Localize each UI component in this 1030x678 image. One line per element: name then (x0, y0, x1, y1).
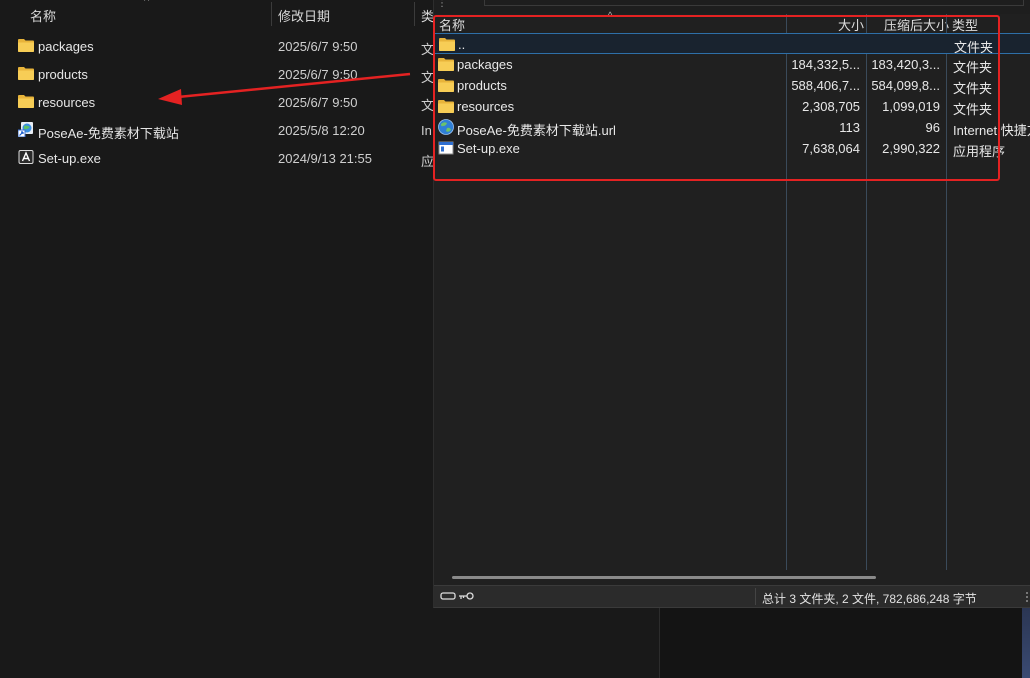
desktop: 名称 ^ 修改日期 类 packages 2025/6/7 9:50 文 pro… (0, 0, 1030, 678)
annotation-arrow-icon (158, 72, 411, 105)
